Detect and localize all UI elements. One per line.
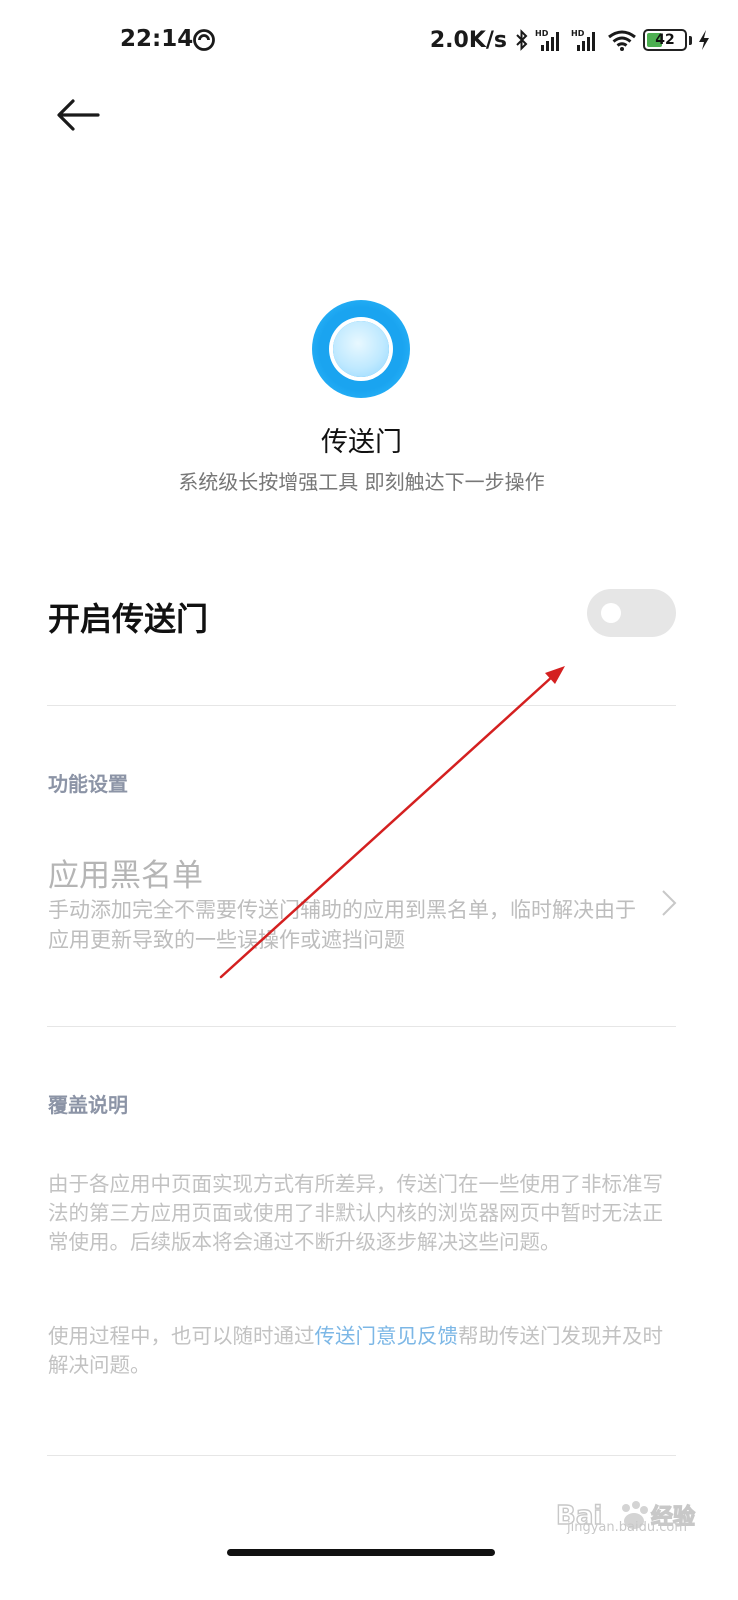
app-logo-inner (333, 321, 389, 377)
wifi-icon (608, 30, 636, 51)
feedback-text-prefix: 使用过程中，也可以随时通过 (48, 1324, 315, 1348)
back-button[interactable] (50, 92, 106, 138)
app-blacklist-description: 手动添加完全不需要传送门辅助的应用到黑名单，临时解决由于应用更新导致的一些误操作… (48, 898, 636, 952)
feedback-link[interactable]: 传送门意见反馈 (315, 1324, 459, 1348)
battery-level: 42 (655, 31, 675, 48)
app-blacklist-item[interactable]: 应用黑名单 手动添加完全不需要传送门辅助的应用到黑名单，临时解决由于应用更新导致… (0, 830, 738, 980)
status-icons: 2.0K/s HD HD 42 (430, 24, 710, 56)
battery-icon: 42 (643, 29, 687, 51)
feedback-paragraph: 使用过程中，也可以随时通过传送门意见反馈帮助传送门发现并及时解决问题。 (48, 1322, 678, 1380)
enable-portal-switch[interactable] (587, 589, 676, 637)
status-bar: 22:14 2.0K/s HD HD 42 (0, 0, 738, 84)
hd-signal-icon: HD (535, 29, 559, 51)
hd-signal-icon: HD (571, 29, 595, 51)
app-subtitle: 系统级长按增强工具 即刻触达下一步操作 (178, 470, 545, 494)
watermark-url: jingyan.baidu.com (567, 1520, 687, 1535)
enable-portal-label: 开启传送门 (48, 600, 209, 638)
app-logo-icon (312, 300, 410, 398)
divider (47, 1026, 676, 1027)
divider (47, 1455, 676, 1456)
enable-portal-row[interactable]: 开启传送门 (0, 560, 738, 670)
home-indicator[interactable] (227, 1549, 495, 1556)
back-arrow-icon (57, 99, 100, 131)
svg-text:HD: HD (571, 29, 585, 38)
section-title-features: 功能设置 (48, 772, 128, 796)
charging-icon (699, 30, 709, 50)
bluetooth-icon (516, 29, 528, 51)
do-not-disturb-icon (193, 29, 215, 51)
app-title: 传送门 (321, 427, 402, 458)
divider (47, 705, 676, 706)
svg-text:HD: HD (535, 29, 549, 38)
switch-knob (601, 603, 621, 623)
network-speed: 2.0K/s (429, 27, 507, 53)
app-blacklist-title: 应用黑名单 (48, 858, 203, 894)
section-title-coverage: 覆盖说明 (48, 1093, 128, 1117)
coverage-paragraph: 由于各应用中页面实现方式有所差异，传送门在一些使用了非标准写法的第三方应用页面或… (48, 1172, 663, 1254)
status-time: 22:14 (120, 26, 194, 52)
chevron-right-icon (662, 890, 677, 916)
battery-tip (689, 35, 692, 45)
